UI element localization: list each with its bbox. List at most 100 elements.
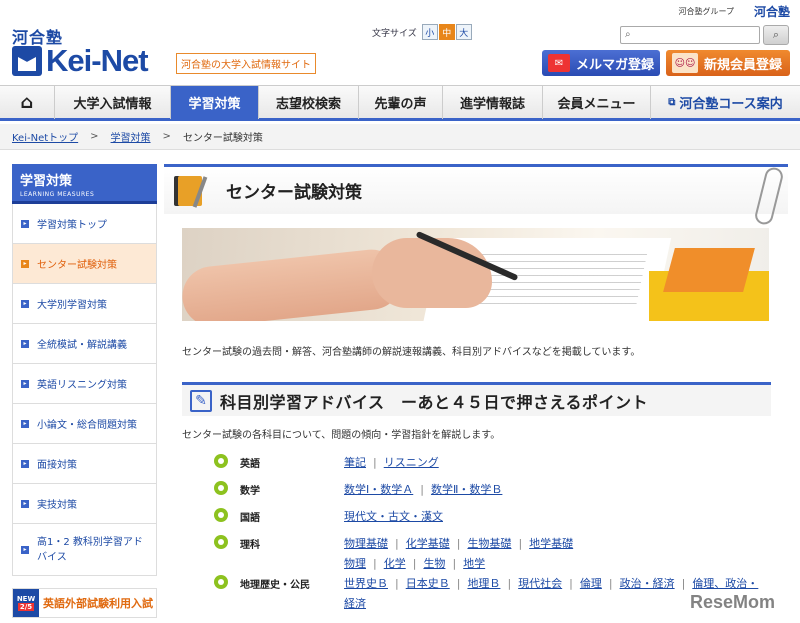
sidebar-item-university[interactable]: ▸ 大学別学習対策	[12, 284, 157, 324]
site-tagline: 河合塾の大学入試情報サイト	[176, 53, 316, 74]
new-member-button[interactable]: ☺☺ 新規会員登録	[666, 50, 790, 76]
section-title: 科目別学習アドバイス ーあと４５日で押さえるポイント	[220, 392, 649, 412]
mailbox-icon: ✉	[548, 54, 570, 72]
top-bar: 河合塾グループ 河合塾	[0, 0, 800, 20]
hero-image	[182, 228, 769, 321]
subject-row-science: 理科 物理基礎 | 化学基礎 | 生物基礎 | 地学基礎 物理 | 化学 | 生物 | 地学	[214, 534, 788, 574]
subject-link[interactable]: 数学Ⅱ・数学Ｂ	[431, 483, 502, 496]
arrow-right-icon: ▸	[21, 379, 29, 388]
bullet-icon	[214, 454, 228, 468]
breadcrumb-separator: >	[90, 131, 99, 142]
subject-link[interactable]: 物理	[344, 557, 366, 570]
subject-link[interactable]: 化学基礎	[406, 537, 450, 550]
search-icon: ⌕	[625, 29, 631, 40]
bullet-icon	[214, 481, 228, 495]
sidebar-item-mock-exam[interactable]: ▸ 全統模試・解説講義	[12, 324, 157, 364]
subject-links: 筆記 | リスニング	[344, 456, 439, 469]
breadcrumb: Kei-Netトップ > 学習対策 > センター試験対策	[0, 124, 800, 150]
subject-link[interactable]: 化学	[384, 557, 406, 570]
font-size-large-button[interactable]: 大	[455, 24, 472, 40]
subject-links: 物理基礎 | 化学基礎 | 生物基礎 | 地学基礎 物理 | 化学 | 生物 | 地学	[344, 537, 574, 570]
arrow-right-icon: ▸	[21, 339, 29, 348]
sidebar-item-label: センター試験対策	[37, 260, 117, 271]
subject-link[interactable]: 日本史Ｂ	[406, 577, 450, 590]
sidebar-item-label: 面接対策	[37, 460, 77, 471]
subject-link[interactable]: 数学Ⅰ・数学Ａ	[344, 483, 413, 496]
subject-list: 英語 筆記 | リスニング 数学 数学Ⅰ・数学Ａ | 数学Ⅱ・数学Ｂ 国語 現代文・古文…	[214, 453, 788, 614]
sidebar-item-interview[interactable]: ▸ 面接対策	[12, 444, 157, 484]
arrow-right-icon: ▸	[21, 459, 29, 468]
sidebar-item-center-exam[interactable]: ▸ センター試験対策	[12, 244, 157, 284]
section-heading: ✎ 科目別学習アドバイス ーあと４５日で押さえるポイント	[182, 382, 771, 416]
nav-senpai-voice[interactable]: 先輩の声	[359, 86, 443, 119]
subject-link[interactable]: 地学	[463, 557, 485, 570]
members-icon: ☺☺	[672, 53, 698, 73]
bullet-icon	[214, 535, 228, 549]
subject-name: 国語	[240, 513, 260, 524]
subject-link[interactable]: 筆記	[344, 456, 366, 469]
subject-link[interactable]: 現代文・古文・漢文	[344, 510, 443, 523]
sidebar-item-study-top[interactable]: ▸ 学習対策トップ	[12, 204, 157, 244]
sidebar-item-grade-advice[interactable]: ▸ 高1・2 教科別学習アドバイス	[12, 524, 157, 576]
subject-link[interactable]: リスニング	[384, 456, 439, 469]
subject-name: 理科	[240, 540, 260, 551]
nav-member-menu[interactable]: 会員メニュー	[543, 86, 651, 119]
subject-row-english: 英語 筆記 | リスニング	[214, 453, 788, 480]
subject-links: 数学Ⅰ・数学Ａ | 数学Ⅱ・数学Ｂ	[344, 483, 503, 496]
sidebar-header: 学習対策 LEARNING MEASURES	[12, 164, 157, 204]
section-description: センター試験の各科目について、問題の傾向・学習指針を解説します。	[182, 430, 501, 441]
subject-link[interactable]: 政治・経済	[620, 577, 675, 590]
arrow-right-icon: ▸	[21, 419, 29, 428]
subject-name: 英語	[240, 459, 260, 470]
nav-study[interactable]: 学習対策	[171, 86, 259, 119]
nav-exam-info[interactable]: 大学入試情報	[55, 86, 171, 119]
sidebar-item-listening[interactable]: ▸ 英語リスニング対策	[12, 364, 157, 404]
sidebar-item-label: 全統模試・解説講義	[37, 340, 127, 351]
bullet-icon	[214, 508, 228, 522]
subject-link[interactable]: 地学基礎	[529, 537, 573, 550]
arrow-right-icon: ▸	[21, 499, 29, 508]
new-badge: NEW 2/5	[13, 589, 39, 617]
search-input[interactable]	[637, 28, 755, 42]
arrow-right-icon: ▸	[21, 545, 29, 554]
subject-link[interactable]: 物理基礎	[344, 537, 388, 550]
kawai-brand-link[interactable]: 河合塾	[754, 3, 790, 20]
mail-magazine-button[interactable]: ✉ メルマガ登録	[542, 50, 660, 76]
font-size-small-button[interactable]: 小	[421, 24, 438, 40]
notebook-icon	[174, 172, 212, 210]
sidebar-item-practical[interactable]: ▸ 実技対策	[12, 484, 157, 524]
nav-school-search[interactable]: 志望校検索	[259, 86, 359, 119]
site-logo[interactable]: Kei-Net	[12, 43, 149, 78]
subject-link[interactable]: 生物	[423, 557, 445, 570]
sidebar-item-label: 小論文・総合問題対策	[37, 420, 137, 431]
sidebar-subtitle: LEARNING MEASURES	[20, 191, 95, 198]
subject-name: 数学	[240, 486, 260, 497]
subject-link[interactable]: 生物基礎	[467, 537, 511, 550]
bullet-icon	[214, 575, 228, 589]
sidebar-item-essay[interactable]: ▸ 小論文・総合問題対策	[12, 404, 157, 444]
arrow-right-icon: ▸	[21, 219, 29, 228]
subject-row-math: 数学 数学Ⅰ・数学Ａ | 数学Ⅱ・数学Ｂ	[214, 480, 788, 507]
nav-course-label: 河合塾コース案内	[679, 97, 783, 112]
intro-text: センター試験の過去問・解答、河合塾講師の解説速報講義、科目別アドバイスなどを掲載…	[182, 347, 641, 358]
subject-link[interactable]: 地理Ｂ	[467, 577, 500, 590]
sidebar-item-label: 高1・2 教科別学習アドバイス	[37, 536, 143, 563]
breadcrumb-home[interactable]: Kei-Netトップ	[12, 129, 78, 144]
home-icon[interactable]: ⌂	[0, 86, 55, 119]
external-exam-banner[interactable]: NEW 2/5 英語外部試験利用入試	[12, 588, 157, 618]
breadcrumb-study[interactable]: 学習対策	[111, 129, 151, 144]
subject-link[interactable]: 倫理	[580, 577, 602, 590]
nav-magazine[interactable]: 進学情報誌	[443, 86, 543, 119]
page-title: センター試験対策	[226, 183, 362, 203]
group-label: 河合塾グループ	[678, 7, 734, 16]
arrow-right-icon: ▸	[21, 299, 29, 308]
search-button[interactable]: ⌕	[763, 25, 789, 45]
external-link-icon: ⧉	[668, 97, 676, 108]
font-size-medium-button[interactable]: 中	[438, 24, 455, 40]
subject-link[interactable]: 世界史Ｂ	[344, 577, 388, 590]
arrow-right-icon: ▸	[21, 259, 29, 268]
global-nav: ⌂ 大学入試情報 学習対策 志望校検索 先輩の声 進学情報誌 会員メニュー ⧉ …	[0, 85, 800, 121]
search-submit-icon: ⌕	[772, 28, 780, 41]
subject-link[interactable]: 現代社会	[518, 577, 562, 590]
nav-course-guide[interactable]: ⧉ 河合塾コース案内	[651, 86, 800, 119]
